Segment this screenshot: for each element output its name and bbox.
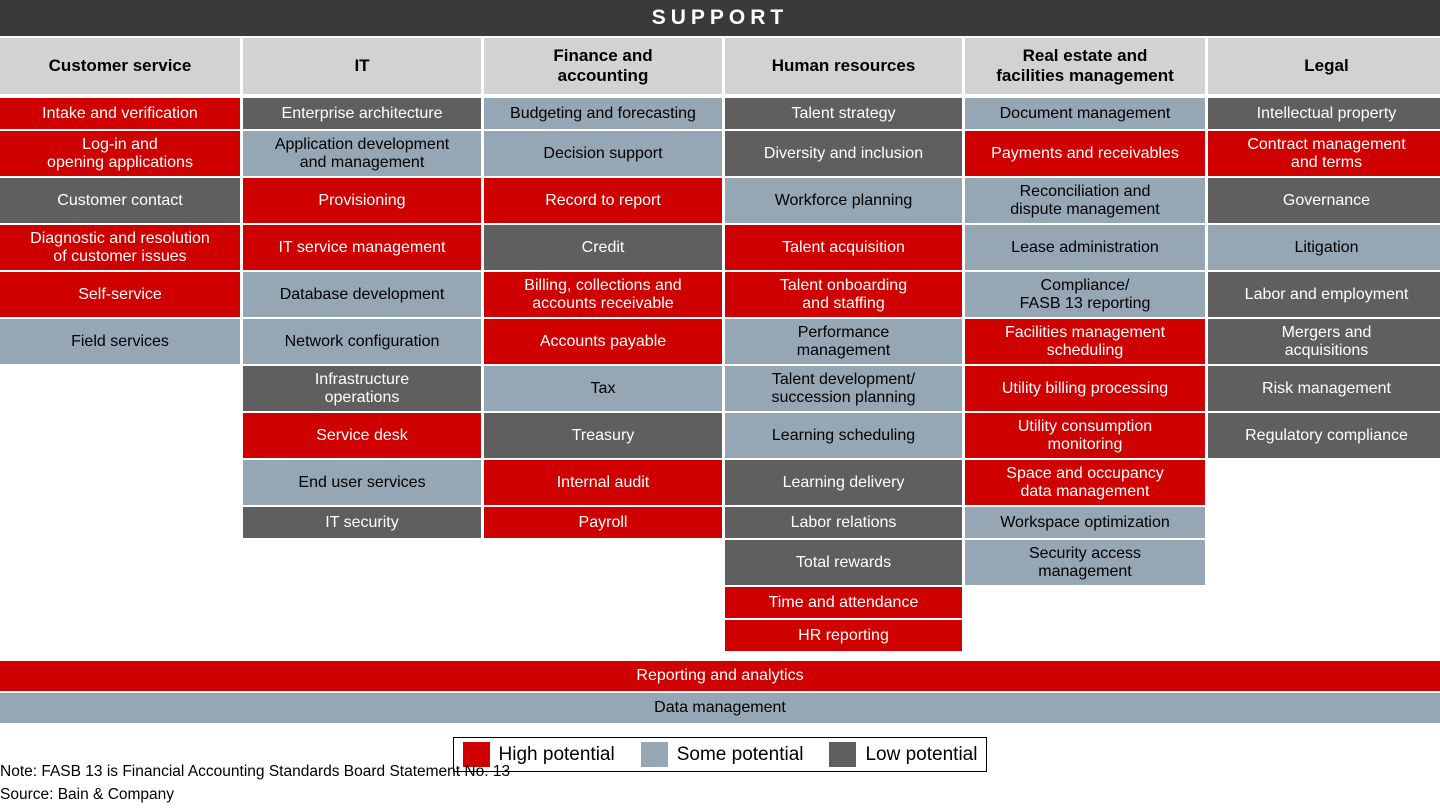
matrix-cell[interactable]: Lease administration (965, 225, 1205, 270)
legend-item: Some potential (640, 742, 804, 767)
matrix-cell[interactable]: Talent onboarding and staffing (725, 272, 962, 317)
matrix-cell[interactable]: Log-in and opening applications (0, 131, 240, 176)
matrix-cell[interactable]: Learning delivery (725, 460, 962, 505)
matrix-cell[interactable]: Budgeting and forecasting (484, 98, 722, 129)
matrix-cell[interactable]: Tax (484, 366, 722, 411)
matrix-cell[interactable]: Governance (1208, 178, 1440, 223)
matrix-column: Customer service Intake and verification L… (0, 38, 240, 653)
matrix-cell[interactable]: Field services (0, 319, 240, 364)
column-header: Real estate and facilities management (965, 38, 1205, 94)
matrix-cell[interactable]: Risk management (1208, 366, 1440, 411)
matrix-cell[interactable]: Intellectual property (1208, 98, 1440, 129)
matrix-cell[interactable]: Talent development/ succession planning (725, 366, 962, 411)
matrix-cell[interactable]: Enterprise architecture (243, 98, 481, 129)
matrix-cell[interactable]: Labor relations (725, 507, 962, 538)
matrix-grid: Customer service Intake and verification L… (0, 36, 1440, 653)
banner: SUPPORT (0, 0, 1440, 36)
column-header: IT (243, 38, 481, 94)
matrix-cell[interactable]: Accounts payable (484, 319, 722, 364)
full-width-row[interactable]: Data management (0, 693, 1440, 723)
matrix-cell[interactable]: IT security (243, 507, 481, 538)
full-width-row[interactable]: Reporting and analytics (0, 661, 1440, 691)
matrix-cell[interactable]: Learning scheduling (725, 413, 962, 458)
legend-swatch-some (640, 742, 668, 767)
matrix-cell[interactable]: Compliance/ FASB 13 reporting (965, 272, 1205, 317)
matrix-cell[interactable]: Diversity and inclusion (725, 131, 962, 176)
matrix-cell[interactable]: Payroll (484, 507, 722, 538)
matrix-cell[interactable]: Workspace optimization (965, 507, 1205, 538)
matrix-cell[interactable]: Provisioning (243, 178, 481, 223)
column-header: Human resources (725, 38, 962, 94)
support-functions-matrix: SUPPORT Customer service Intake and verif… (0, 0, 1440, 810)
legend-label: High potential (498, 743, 615, 765)
matrix-cell[interactable]: Reconciliation and dispute management (965, 178, 1205, 223)
matrix-column: Legal Intellectual property Contract manag… (1208, 38, 1440, 653)
matrix-cell[interactable]: Internal audit (484, 460, 722, 505)
matrix-column: Real estate and facilities management Doc… (965, 38, 1205, 653)
matrix-cell[interactable]: Litigation (1208, 225, 1440, 270)
matrix-cell[interactable]: Self-service (0, 272, 240, 317)
footnote-note: Note: FASB 13 is Financial Accounting St… (0, 763, 511, 781)
matrix-cell[interactable]: End user services (243, 460, 481, 505)
matrix-cell[interactable]: Decision support (484, 131, 722, 176)
full-width-rows: Reporting and analytics Data management (0, 661, 1440, 723)
legend-label: Low potential (865, 743, 978, 765)
matrix-cell[interactable]: Talent strategy (725, 98, 962, 129)
matrix-cell[interactable]: Database development (243, 272, 481, 317)
banner-title: SUPPORT (651, 6, 789, 29)
matrix-cell[interactable]: Infrastructure operations (243, 366, 481, 411)
matrix-cell[interactable]: Billing, collections and accounts receiv… (484, 272, 722, 317)
legend: High potential Some potential Low potentia… (452, 737, 988, 772)
column-header: Customer service (0, 38, 240, 94)
matrix-column: Human resources Talent strategy Diversity … (725, 38, 962, 653)
matrix-cell[interactable]: Time and attendance (725, 587, 962, 618)
matrix-cell[interactable]: Space and occupancy data management (965, 460, 1205, 505)
matrix-cell[interactable]: Workforce planning (725, 178, 962, 223)
matrix-column: IT Enterprise architecture Application dev… (243, 38, 481, 653)
matrix-cell[interactable]: Application development and management (243, 131, 481, 176)
matrix-cell[interactable]: Mergers and acquisitions (1208, 319, 1440, 364)
matrix-cell[interactable]: IT service management (243, 225, 481, 270)
matrix-cell[interactable]: Document management (965, 98, 1205, 129)
legend-swatch-low (829, 742, 857, 767)
footnotes: Note: FASB 13 is Financial Accounting St… (0, 761, 510, 806)
matrix-cell[interactable]: Utility consumption monitoring (965, 413, 1205, 458)
matrix-cell[interactable]: Talent acquisition (725, 225, 962, 270)
matrix-cell[interactable]: Record to report (484, 178, 722, 223)
matrix-cell[interactable]: Contract management and terms (1208, 131, 1440, 176)
matrix-cell[interactable]: Payments and receivables (965, 131, 1205, 176)
matrix-cell[interactable]: Regulatory compliance (1208, 413, 1440, 458)
matrix-cell[interactable]: Security access management (965, 540, 1205, 585)
matrix-cell[interactable]: Facilities management scheduling (965, 319, 1205, 364)
legend-label: Some potential (676, 743, 804, 765)
matrix-cell[interactable]: Total rewards (725, 540, 962, 585)
matrix-cell[interactable]: Service desk (243, 413, 481, 458)
column-header: Finance and accounting (484, 38, 722, 94)
matrix-cell[interactable]: Treasury (484, 413, 722, 458)
footnote-source: Source: Bain & Company (0, 785, 175, 803)
matrix-cell[interactable]: HR reporting (725, 620, 962, 651)
matrix-column: Finance and accounting Budgeting and fore… (484, 38, 722, 653)
matrix-cell[interactable]: Utility billing processing (965, 366, 1205, 411)
matrix-cell[interactable]: Performance management (725, 319, 962, 364)
column-header: Legal (1208, 38, 1440, 94)
matrix-cell[interactable]: Labor and employment (1208, 272, 1440, 317)
matrix-cell[interactable]: Network configuration (243, 319, 481, 364)
matrix-cell[interactable]: Intake and verification (0, 98, 240, 129)
legend-item: Low potential (829, 742, 977, 767)
matrix-cell[interactable]: Credit (484, 225, 722, 270)
matrix-cell[interactable]: Customer contact (0, 178, 240, 223)
matrix-cell[interactable]: Diagnostic and resolution of customer is… (0, 225, 240, 270)
